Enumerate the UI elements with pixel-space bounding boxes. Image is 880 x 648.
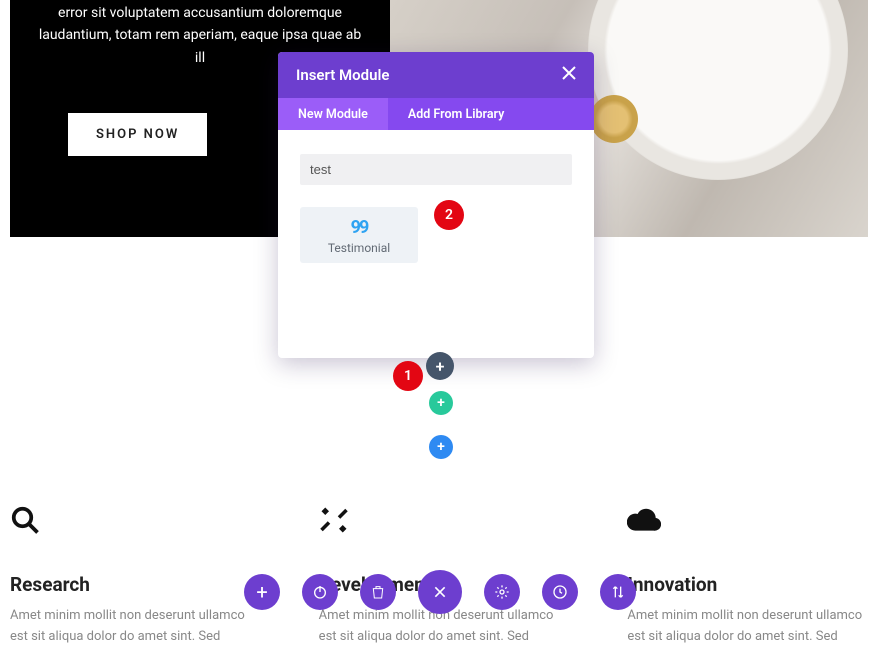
callout-badge-1: 1 [393,361,423,391]
callout-badge-2: 2 [434,200,464,230]
add-row-button-blue[interactable]: + [429,435,453,459]
cloud-icon [627,505,870,543]
power-icon [312,584,328,600]
module-label: Testimonial [300,241,418,255]
modal-header: Insert Module [278,52,594,98]
arrows-icon [610,584,626,600]
close-icon [562,66,576,80]
tab-add-from-library[interactable]: Add From Library [388,98,524,130]
modal-title: Insert Module [296,66,389,84]
gear-icon [494,584,510,600]
module-testimonial[interactable]: 99 Testimonial [300,207,418,263]
shop-now-button[interactable]: SHOP NOW [68,113,207,156]
close-icon [432,584,448,600]
modal-tabs: New Module Add From Library [278,98,594,130]
history-button[interactable] [542,574,578,610]
plus-icon: + [256,580,267,604]
tools-icon [319,505,562,543]
camera-decor [588,0,848,180]
ring-decor [590,95,638,143]
sort-button[interactable] [600,574,636,610]
trash-icon [370,584,386,600]
modal-close-button[interactable] [562,66,576,84]
add-section-button-dark[interactable]: + [426,352,454,380]
close-button[interactable] [418,570,462,614]
module-search-input[interactable] [300,154,572,185]
clock-icon [552,584,568,600]
search-icon [10,505,253,543]
delete-button[interactable] [360,574,396,610]
tab-new-module[interactable]: New Module [278,98,388,130]
power-button[interactable] [302,574,338,610]
page-controls: + [0,574,880,614]
add-button[interactable]: + [244,574,280,610]
quote-icon: 99 [300,217,418,238]
settings-button[interactable] [484,574,520,610]
add-section-button-teal[interactable]: + [429,391,453,415]
